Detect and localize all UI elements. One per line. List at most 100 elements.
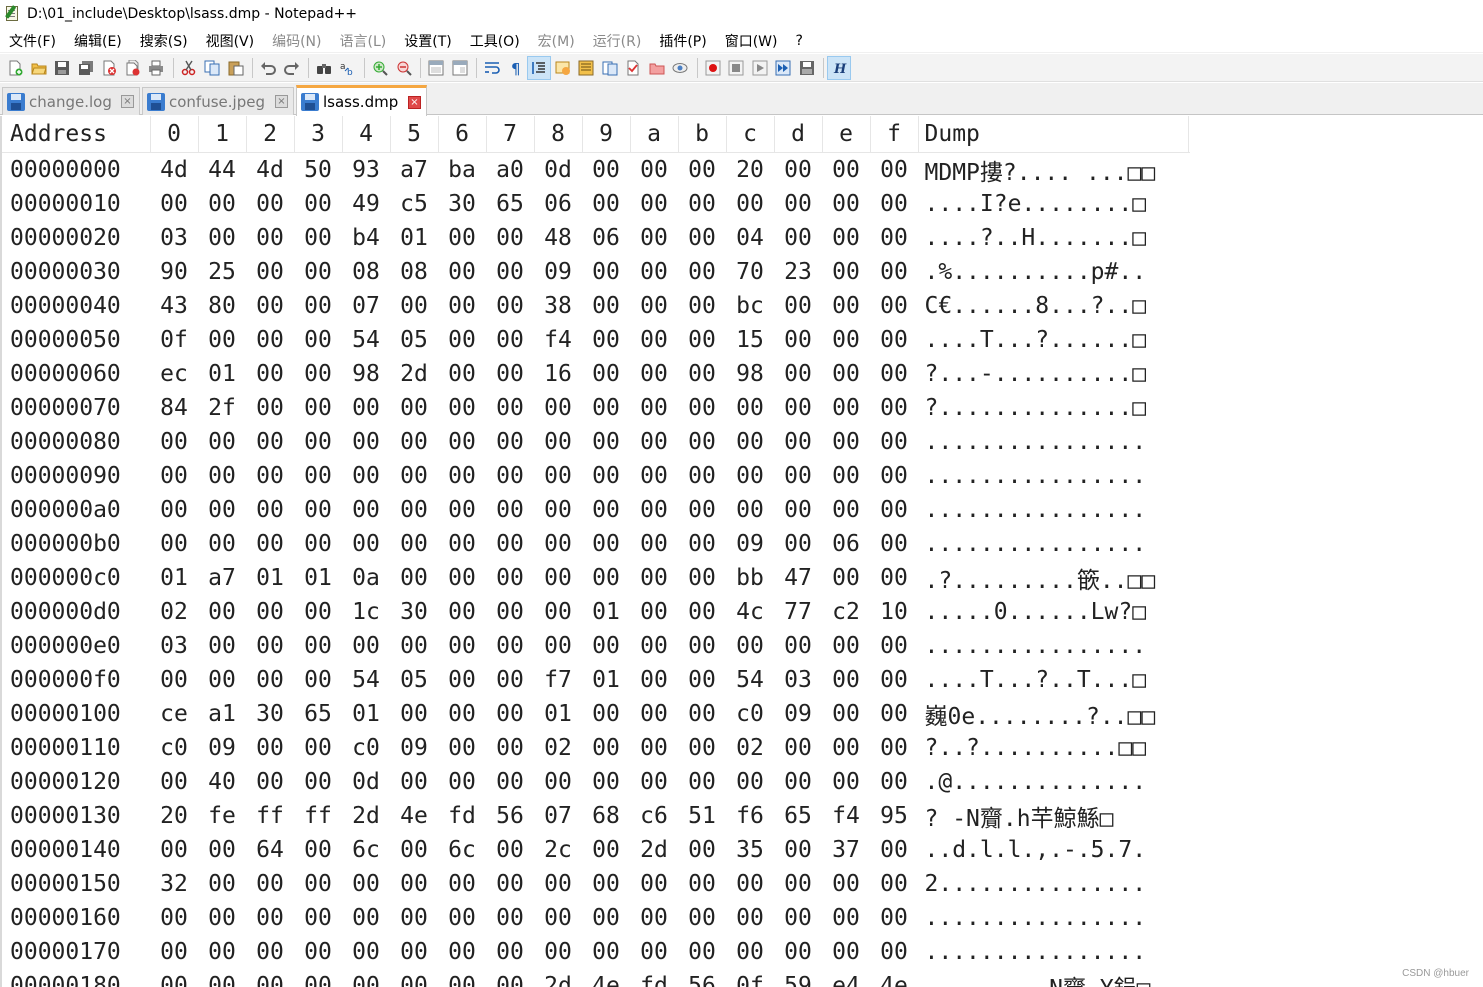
hex-byte-cell[interactable]: 00 bbox=[294, 357, 342, 391]
hex-byte-cell[interactable]: 00 bbox=[630, 663, 678, 697]
hex-byte-cell[interactable]: 00 bbox=[582, 765, 630, 799]
hex-byte-cell[interactable]: 00 bbox=[390, 561, 438, 595]
hex-byte-cell[interactable]: 00 bbox=[630, 697, 678, 731]
hex-byte-cell[interactable]: ba bbox=[438, 152, 486, 187]
hex-byte-cell[interactable]: 00 bbox=[534, 935, 582, 969]
hex-byte-cell[interactable]: 00 bbox=[774, 765, 822, 799]
hex-byte-cell[interactable]: 00 bbox=[774, 867, 822, 901]
hex-byte-cell[interactable]: 00 bbox=[534, 629, 582, 663]
hex-byte-cell[interactable]: 56 bbox=[678, 969, 726, 987]
hex-byte-cell[interactable]: 20 bbox=[150, 799, 198, 833]
close-button[interactable] bbox=[98, 57, 120, 79]
hex-byte-cell[interactable]: 00 bbox=[630, 425, 678, 459]
hex-byte-cell[interactable]: 00 bbox=[198, 187, 246, 221]
menu-item[interactable]: 文件(F) bbox=[0, 31, 65, 51]
paste-button[interactable] bbox=[225, 57, 247, 79]
hex-byte-cell[interactable]: 00 bbox=[678, 595, 726, 629]
hex-byte-cell[interactable]: 23 bbox=[774, 255, 822, 289]
menu-item[interactable]: 语言(L) bbox=[331, 31, 396, 51]
hex-byte-cell[interactable]: 00 bbox=[342, 493, 390, 527]
hex-byte-cell[interactable]: 00 bbox=[150, 969, 198, 987]
hex-byte-cell[interactable]: 2c bbox=[534, 833, 582, 867]
hex-byte-cell[interactable]: 00 bbox=[678, 187, 726, 221]
hex-byte-cell[interactable]: c2 bbox=[822, 595, 870, 629]
hex-byte-cell[interactable]: 50 bbox=[294, 152, 342, 187]
hex-editor-view[interactable]: Address 0 1 2 3 4 5 6 7 8 9 a b c d e f Dump 00000000 4d 44… bbox=[0, 116, 1483, 987]
hex-byte-cell[interactable]: 00 bbox=[150, 493, 198, 527]
hex-byte-cell[interactable]: 00 bbox=[678, 425, 726, 459]
hex-byte-cell[interactable]: 00 bbox=[630, 595, 678, 629]
hex-byte-cell[interactable]: 00 bbox=[822, 459, 870, 493]
hex-byte-cell[interactable]: bc bbox=[726, 289, 774, 323]
hex-byte-cell[interactable]: 00 bbox=[294, 527, 342, 561]
hex-byte-cell[interactable]: 30 bbox=[438, 187, 486, 221]
hex-byte-cell[interactable]: 00 bbox=[630, 357, 678, 391]
menu-item[interactable]: 编辑(E) bbox=[65, 31, 131, 51]
hex-byte-cell[interactable]: 00 bbox=[582, 935, 630, 969]
hex-byte-cell[interactable]: 00 bbox=[678, 901, 726, 935]
hex-byte-cell[interactable]: 00 bbox=[582, 425, 630, 459]
hex-byte-cell[interactable]: 00 bbox=[486, 969, 534, 987]
hex-byte-cell[interactable]: 01 bbox=[582, 595, 630, 629]
hex-byte-cell[interactable]: 00 bbox=[822, 901, 870, 935]
hex-byte-cell[interactable]: 03 bbox=[774, 663, 822, 697]
hex-byte-cell[interactable]: 03 bbox=[150, 629, 198, 663]
hex-byte-cell[interactable]: 00 bbox=[870, 221, 918, 255]
hex-byte-cell[interactable]: 90 bbox=[150, 255, 198, 289]
hex-byte-cell[interactable]: 06 bbox=[582, 221, 630, 255]
hex-byte-cell[interactable]: 00 bbox=[198, 901, 246, 935]
hex-byte-cell[interactable]: 00 bbox=[246, 493, 294, 527]
ascii-dump-cell[interactable]: ?..?..........□□ bbox=[918, 731, 1188, 765]
hex-byte-cell[interactable]: 00 bbox=[726, 187, 774, 221]
hex-byte-cell[interactable]: 00 bbox=[582, 255, 630, 289]
ascii-dump-cell[interactable]: ................ bbox=[918, 527, 1188, 561]
play-macro-button[interactable] bbox=[749, 57, 771, 79]
hex-byte-cell[interactable]: ce bbox=[150, 697, 198, 731]
hex-byte-cell[interactable]: 00 bbox=[294, 493, 342, 527]
hex-byte-cell[interactable]: 0d bbox=[534, 152, 582, 187]
hex-byte-cell[interactable]: 43 bbox=[150, 289, 198, 323]
sync-horizontal-button[interactable] bbox=[449, 57, 471, 79]
hex-byte-cell[interactable]: 00 bbox=[630, 867, 678, 901]
undo-button[interactable] bbox=[257, 57, 279, 79]
hex-byte-cell[interactable]: 48 bbox=[534, 221, 582, 255]
hex-byte-cell[interactable]: a7 bbox=[390, 152, 438, 187]
hex-byte-cell[interactable]: 00 bbox=[678, 561, 726, 595]
cut-button[interactable] bbox=[178, 57, 200, 79]
hex-byte-cell[interactable]: 00 bbox=[294, 391, 342, 425]
hex-byte-cell[interactable]: 00 bbox=[582, 561, 630, 595]
ascii-dump-cell[interactable]: ....T...?......□ bbox=[918, 323, 1188, 357]
hex-byte-cell[interactable]: 00 bbox=[486, 425, 534, 459]
hex-byte-cell[interactable]: 00 bbox=[678, 935, 726, 969]
hex-byte-cell[interactable]: 00 bbox=[870, 935, 918, 969]
hex-byte-cell[interactable]: 95 bbox=[870, 799, 918, 833]
hex-byte-cell[interactable]: 00 bbox=[534, 391, 582, 425]
hex-byte-cell[interactable]: 00 bbox=[246, 629, 294, 663]
hex-byte-cell[interactable]: 00 bbox=[246, 867, 294, 901]
ascii-dump-cell[interactable]: ..d.l.l.,.-.5.7. bbox=[918, 833, 1188, 867]
ascii-dump-cell[interactable]: ? -N齎.h芉鯨鯀□ bbox=[918, 799, 1188, 833]
hex-byte-cell[interactable]: 03 bbox=[150, 221, 198, 255]
hex-byte-cell[interactable]: 00 bbox=[582, 323, 630, 357]
menu-item[interactable]: 插件(P) bbox=[650, 31, 715, 51]
save-all-button[interactable] bbox=[75, 57, 97, 79]
hex-byte-cell[interactable]: 00 bbox=[342, 629, 390, 663]
hex-byte-cell[interactable]: 00 bbox=[198, 493, 246, 527]
hex-byte-cell[interactable]: 00 bbox=[438, 969, 486, 987]
hex-byte-cell[interactable]: 00 bbox=[822, 221, 870, 255]
hex-byte-cell[interactable]: 00 bbox=[870, 289, 918, 323]
hex-byte-cell[interactable]: b4 bbox=[342, 221, 390, 255]
hex-byte-cell[interactable]: 84 bbox=[150, 391, 198, 425]
hex-byte-cell[interactable]: 06 bbox=[822, 527, 870, 561]
hex-byte-cell[interactable]: 00 bbox=[150, 935, 198, 969]
hex-byte-cell[interactable]: 00 bbox=[438, 867, 486, 901]
hex-byte-cell[interactable]: 00 bbox=[390, 391, 438, 425]
hex-byte-cell[interactable]: 00 bbox=[246, 663, 294, 697]
hex-byte-cell[interactable]: 00 bbox=[294, 187, 342, 221]
hex-byte-cell[interactable]: 00 bbox=[678, 493, 726, 527]
hex-byte-cell[interactable]: 00 bbox=[870, 765, 918, 799]
hex-byte-cell[interactable]: 00 bbox=[438, 255, 486, 289]
ascii-dump-cell[interactable]: ................ bbox=[918, 935, 1188, 969]
hex-byte-cell[interactable]: 64 bbox=[246, 833, 294, 867]
hex-byte-cell[interactable]: 00 bbox=[438, 901, 486, 935]
